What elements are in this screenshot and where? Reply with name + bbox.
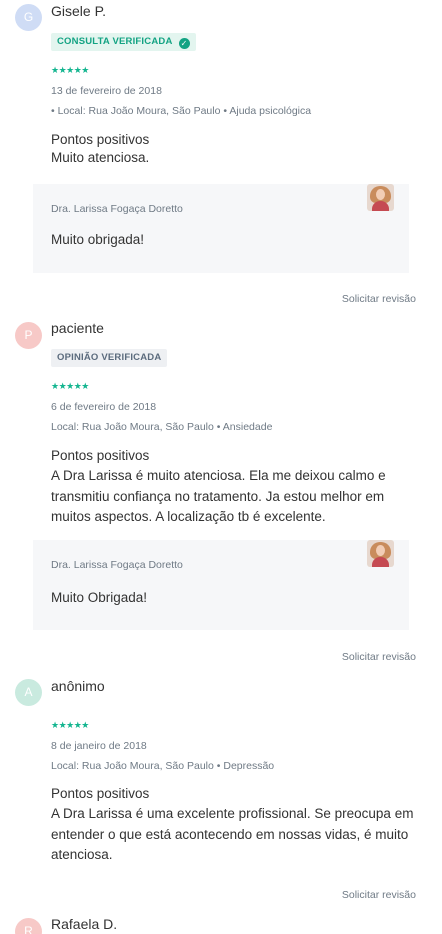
rating-stars: ★★★★★	[51, 381, 89, 391]
positives-text: A Dra Larissa é uma excelente profission…	[51, 806, 414, 862]
avatar: A	[15, 679, 42, 706]
avatar: G	[15, 4, 42, 31]
review-date: 6 de fevereiro de 2018	[51, 401, 157, 413]
positives-title: Pontos positivos	[51, 786, 150, 801]
verified-badge: OPINIÃO VERIFICADA	[51, 349, 168, 367]
avatar: P	[15, 322, 42, 349]
reviewer-name: anônimo	[51, 678, 105, 694]
reviewer-name: Rafaela D.	[51, 916, 118, 932]
positives-title: Pontos positivos	[51, 132, 150, 147]
review-date: 13 de fevereiro de 2018	[51, 85, 162, 97]
reply-author: Dra. Larissa Fogaça Doretto	[51, 559, 183, 571]
reply-text: Muito obrigada!	[51, 232, 145, 247]
positives-text: Muito atenciosa.	[51, 150, 150, 165]
positives-text: A Dra Larissa é muito atenciosa. Ela me …	[51, 468, 386, 524]
verified-badge: CONSULTA VERIFICADA ✓	[51, 33, 196, 51]
review-item: A anônimo ★★★★★ 8 de janeiro de 2018 Loc…	[0, 670, 442, 910]
doctor-avatar	[367, 184, 394, 211]
request-revision-link[interactable]: Solicitar revisão	[342, 651, 416, 663]
reply-text: Muito Obrigada!	[51, 590, 148, 605]
doctor-reply: Dra. Larissa Fogaça Doretto Muito obriga…	[33, 184, 409, 273]
positives-title: Pontos positivos	[51, 448, 150, 463]
reviewer-name: paciente	[51, 320, 104, 336]
review-item: G Gisele P. CONSULTA VERIFICADA ✓ ★★★★★ 1…	[0, 0, 442, 310]
avatar: R	[15, 918, 42, 934]
review-location: • Local: Rua João Moura, São Paulo • Aju…	[51, 105, 312, 117]
doctor-avatar	[367, 540, 394, 567]
badge-label: CONSULTA VERIFICADA	[57, 36, 173, 47]
review-location: Local: Rua João Moura, São Paulo • Ansie…	[51, 421, 273, 433]
rating-stars: ★★★★★	[51, 65, 89, 75]
review-date: 8 de janeiro de 2018	[51, 740, 147, 752]
rating-stars: ★★★★★	[51, 720, 89, 730]
reply-author: Dra. Larissa Fogaça Doretto	[51, 203, 183, 215]
review-item: R Rafaela D.	[0, 910, 442, 934]
doctor-reply: Dra. Larissa Fogaça Doretto Muito Obriga…	[33, 540, 409, 630]
badge-label: OPINIÃO VERIFICADA	[57, 352, 162, 363]
request-revision-link[interactable]: Solicitar revisão	[342, 889, 416, 901]
reviewer-name: Gisele P.	[51, 3, 106, 19]
request-revision-link[interactable]: Solicitar revisão	[342, 293, 416, 305]
check-icon: ✓	[178, 38, 190, 49]
review-location: Local: Rua João Moura, São Paulo • Depre…	[51, 760, 275, 772]
review-item: P paciente OPINIÃO VERIFICADA ★★★★★ 6 de…	[0, 310, 442, 670]
